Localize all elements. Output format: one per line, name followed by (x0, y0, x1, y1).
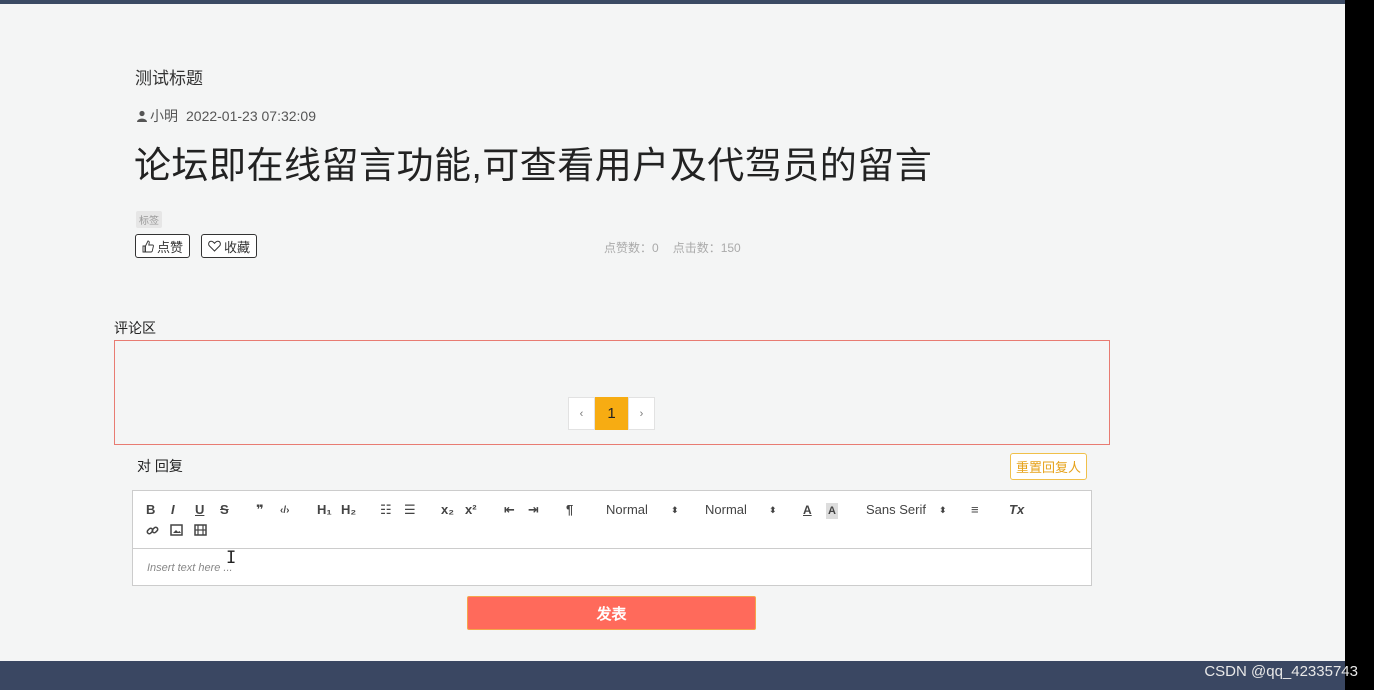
indent-button[interactable]: ⇥ (528, 502, 539, 518)
submit-button[interactable]: 发表 (467, 596, 756, 630)
bold-button[interactable]: B (146, 502, 155, 518)
like-label: 点赞 (157, 239, 184, 255)
header-picker-arrows-icon: ⬍ (769, 505, 777, 515)
underline-button[interactable]: U (195, 502, 204, 518)
post-subtitle: 测试标题 (135, 69, 203, 88)
image-button[interactable] (170, 524, 183, 540)
code-block-button[interactable]: ‹/› (280, 503, 289, 519)
likes-count: 点赞数：0 (604, 241, 659, 255)
strike-button[interactable]: S (220, 502, 229, 518)
video-icon (194, 524, 207, 536)
favorite-button[interactable]: 收藏 (201, 234, 258, 258)
post-stats: 点赞数：0 点击数：150 (604, 239, 741, 256)
italic-button[interactable]: I (171, 502, 175, 518)
image-icon (170, 524, 183, 536)
author-name: 小明 (150, 108, 178, 124)
heart-icon (208, 240, 221, 252)
post-meta: 小明 2022-01-23 07:32:09 (136, 106, 316, 126)
link-icon (146, 526, 159, 535)
clean-format-button[interactable]: Tx (1009, 502, 1024, 518)
watermark: CSDN @qq_42335743 (1204, 663, 1358, 680)
outdent-button[interactable]: ⇤ (504, 502, 515, 518)
post-author: 小明 (136, 106, 178, 126)
editor-content[interactable]: Insert text here ... (147, 562, 233, 574)
reply-target-label: 对 回复 (137, 458, 183, 474)
footer-bar (0, 661, 1345, 690)
like-button[interactable]: 点赞 (135, 234, 191, 258)
font-picker[interactable]: Sans Serif (866, 502, 926, 518)
thumbs-up-icon (142, 240, 154, 252)
pagination: ‹ 1 › (568, 397, 655, 430)
post-date: 2022-01-23 07:32:09 (186, 108, 316, 124)
text-color-button[interactable]: A (803, 502, 812, 518)
prev-page-button[interactable]: ‹ (568, 397, 595, 430)
background-color-button[interactable]: A (826, 503, 838, 519)
rich-text-editor: B I U S ❞ ‹/› H₁ H₂ ☷ ☰ x₂ x² ⇤ ⇥ ¶ Norm… (132, 490, 1092, 586)
blockquote-button[interactable]: ❞ (256, 502, 264, 518)
video-button[interactable] (194, 524, 207, 540)
text-direction-button[interactable]: ¶ (566, 502, 573, 518)
clicks-count: 点击数：150 (672, 241, 741, 255)
font-picker-arrows-icon: ⬍ (939, 505, 947, 515)
header-2-button[interactable]: H₂ (341, 502, 356, 518)
next-page-button[interactable]: › (628, 397, 655, 430)
bullet-list-button[interactable]: ☰ (404, 502, 416, 518)
link-button[interactable] (146, 524, 159, 541)
current-page[interactable]: 1 (595, 397, 628, 430)
align-button[interactable]: ≡ (971, 502, 979, 518)
subscript-button[interactable]: x₂ (441, 502, 454, 518)
ordered-list-button[interactable]: ☷ (380, 502, 392, 518)
size-picker[interactable]: Normal (606, 502, 648, 518)
size-picker-arrows-icon: ⬍ (671, 505, 679, 515)
post-tag: 标签 (136, 211, 162, 228)
header-picker[interactable]: Normal (705, 502, 747, 518)
superscript-button[interactable]: x² (465, 502, 477, 518)
comment-section-label: 评论区 (114, 320, 156, 336)
header-1-button[interactable]: H₁ (317, 502, 332, 518)
user-icon (137, 110, 147, 122)
editor-toolbar: B I U S ❞ ‹/› H₁ H₂ ☷ ☰ x₂ x² ⇤ ⇥ ¶ Norm… (133, 491, 1091, 549)
reset-reply-button[interactable]: 重置回复人 (1010, 453, 1087, 480)
favorite-label: 收藏 (224, 239, 251, 255)
post-title: 论坛即在线留言功能,可查看用户及代驾员的留言 (134, 145, 933, 186)
text-cursor-icon: I (226, 548, 237, 568)
